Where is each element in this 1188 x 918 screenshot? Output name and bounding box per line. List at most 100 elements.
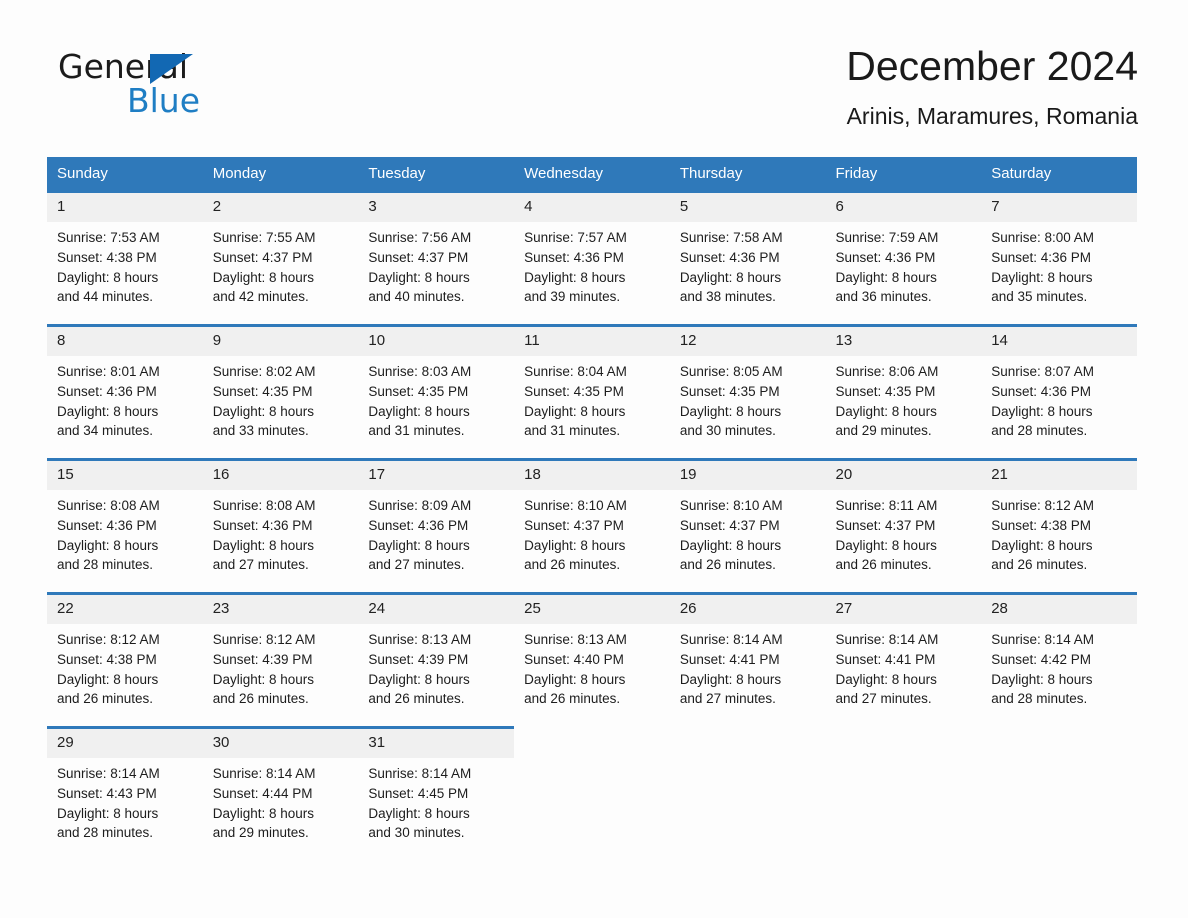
daylight-text-line2: and 40 minutes.: [368, 289, 465, 305]
daylight-text-line2: and 28 minutes.: [991, 423, 1088, 439]
daylight-text-line2: and 29 minutes.: [835, 423, 932, 439]
daylight-text-line2: and 26 minutes.: [524, 557, 621, 573]
sunrise-text: Sunrise: 8:02 AM: [212, 364, 316, 379]
calendar-day-cell[interactable]: 20 Sunrise: 8:11 AM Sunset: 4:37 PM Dayligh…: [825, 458, 982, 592]
calendar-day-cell[interactable]: 12 Sunrise: 8:05 AM Sunset: 4:35 PM Dayligh…: [669, 324, 826, 458]
calendar-day-cell[interactable]: 22 Sunrise: 8:12 AM Sunset: 4:38 PM Dayligh…: [47, 592, 203, 726]
general-blue-logo[interactable]: General Blue: [47, 48, 307, 134]
day-info: Sunrise: 8:14 AM Sunset: 4:41 PM Daylight:…: [670, 624, 826, 709]
sunset-text: Sunset: 4:37 PM: [679, 517, 780, 533]
calendar-day-cell[interactable]: 21 Sunrise: 8:12 AM Sunset: 4:38 PM Dayligh…: [981, 458, 1137, 592]
calendar-empty-cell: [669, 726, 826, 860]
daylight-text-line2: and 28 minutes.: [57, 825, 154, 841]
calendar-day-cell[interactable]: 13 Sunrise: 8:06 AM Sunset: 4:35 PM Dayligh…: [825, 324, 982, 458]
calendar-day-cell[interactable]: 17 Sunrise: 8:09 AM Sunset: 4:36 PM Dayligh…: [358, 458, 515, 592]
calendar-day-cell[interactable]: 23 Sunrise: 8:12 AM Sunset: 4:39 PM Dayligh…: [202, 592, 359, 726]
daylight-text-line2: and 36 minutes.: [835, 289, 932, 305]
calendar-day-cell[interactable]: 31 Sunrise: 8:14 AM Sunset: 4:45 PM Dayligh…: [358, 726, 515, 860]
calendar-day-cell[interactable]: 4 Sunrise: 7:57 AM Sunset: 4:36 PM Daylight…: [514, 190, 670, 324]
calendar-day-cell[interactable]: 2 Sunrise: 7:55 AM Sunset: 4:37 PM Daylight…: [202, 190, 359, 324]
sunrise-text: Sunrise: 8:07 AM: [991, 364, 1095, 379]
daylight-text-line2: and 27 minutes.: [679, 691, 776, 707]
calendar-day-cell[interactable]: 15 Sunrise: 8:08 AM Sunset: 4:36 PM Dayligh…: [47, 458, 203, 592]
day-info: Sunrise: 8:10 AM Sunset: 4:37 PM Daylight:…: [670, 490, 826, 575]
calendar-day-cell[interactable]: 14 Sunrise: 8:07 AM Sunset: 4:36 PM Dayligh…: [981, 324, 1137, 458]
calendar-day-cell[interactable]: 3 Sunrise: 7:56 AM Sunset: 4:37 PM Daylight…: [358, 190, 515, 324]
location-subtitle: Arinis, Maramures, Romania: [846, 103, 1138, 129]
day-number: 12: [669, 327, 826, 356]
weekday-header-wednesday: Wednesday: [514, 157, 670, 190]
calendar-day-cell[interactable]: 7 Sunrise: 8:00 AM Sunset: 4:36 PM Daylight…: [981, 190, 1137, 324]
sunset-text: Sunset: 4:45 PM: [368, 785, 469, 801]
calendar-day-cell[interactable]: 16 Sunrise: 8:08 AM Sunset: 4:36 PM Dayligh…: [202, 458, 359, 592]
day-number: 6: [825, 193, 982, 222]
calendar-day-cell[interactable]: 30 Sunrise: 8:14 AM Sunset: 4:44 PM Dayligh…: [202, 726, 359, 860]
sunset-text: Sunset: 4:38 PM: [57, 249, 157, 265]
calendar-day-cell[interactable]: 25 Sunrise: 8:13 AM Sunset: 4:40 PM Dayligh…: [514, 592, 670, 726]
calendar-day-cell[interactable]: 26 Sunrise: 8:14 AM Sunset: 4:41 PM Dayligh…: [669, 592, 826, 726]
daylight-text-line1: Daylight: 8 hours: [212, 671, 315, 687]
day-info: Sunrise: 8:13 AM Sunset: 4:40 PM Daylight:…: [514, 624, 670, 709]
sunrise-text: Sunrise: 8:05 AM: [679, 364, 783, 379]
day-info: Sunrise: 8:07 AM Sunset: 4:36 PM Daylight:…: [981, 356, 1137, 441]
day-info: Sunrise: 7:59 AM Sunset: 4:36 PM Daylight:…: [826, 222, 982, 307]
day-info: Sunrise: 7:56 AM Sunset: 4:37 PM Daylight:…: [358, 222, 514, 307]
daylight-text-line2: and 28 minutes.: [991, 691, 1088, 707]
daylight-text-line2: and 42 minutes.: [212, 289, 309, 305]
calendar-week-row: 8 Sunrise: 8:01 AM Sunset: 4:36 PM Daylight…: [47, 324, 1137, 458]
day-number: 28: [981, 595, 1137, 624]
daylight-text-line2: and 26 minutes.: [212, 691, 309, 707]
title-block: December 2024 Arinis, Maramures, Romania: [846, 40, 1138, 130]
calendar-day-cell[interactable]: 9 Sunrise: 8:02 AM Sunset: 4:35 PM Daylight…: [202, 324, 359, 458]
daylight-text-line2: and 28 minutes.: [57, 557, 154, 573]
daylight-text-line1: Daylight: 8 hours: [679, 269, 782, 285]
calendar-day-cell[interactable]: 5 Sunrise: 7:58 AM Sunset: 4:36 PM Daylight…: [669, 190, 826, 324]
calendar-day-cell[interactable]: 8 Sunrise: 8:01 AM Sunset: 4:36 PM Daylight…: [47, 324, 203, 458]
day-number: 13: [825, 327, 982, 356]
day-info: Sunrise: 8:14 AM Sunset: 4:44 PM Daylight:…: [203, 758, 359, 843]
sunset-text: Sunset: 4:38 PM: [991, 517, 1092, 533]
calendar-day-cell[interactable]: 29 Sunrise: 8:14 AM Sunset: 4:43 PM Dayligh…: [47, 726, 203, 860]
sunrise-text: Sunrise: 8:08 AM: [57, 498, 160, 513]
calendar-empty-cell: [825, 726, 982, 860]
day-info: Sunrise: 8:14 AM Sunset: 4:42 PM Daylight:…: [981, 624, 1137, 709]
sunset-text: Sunset: 4:36 PM: [212, 517, 313, 533]
calendar-day-cell[interactable]: 11 Sunrise: 8:04 AM Sunset: 4:35 PM Dayligh…: [514, 324, 670, 458]
day-info: Sunrise: 8:12 AM Sunset: 4:38 PM Daylight:…: [981, 490, 1137, 575]
day-number: [670, 729, 826, 758]
day-number: 9: [202, 327, 359, 356]
daylight-text-line2: and 29 minutes.: [212, 825, 309, 841]
sunrise-text: Sunrise: 8:13 AM: [524, 632, 627, 647]
calendar-day-cell[interactable]: 6 Sunrise: 7:59 AM Sunset: 4:36 PM Daylight…: [825, 190, 982, 324]
day-info: Sunrise: 7:58 AM Sunset: 4:36 PM Daylight:…: [670, 222, 826, 307]
day-number: [826, 729, 982, 758]
daylight-text-line1: Daylight: 8 hours: [368, 537, 470, 553]
sunrise-text: Sunrise: 8:00 AM: [991, 230, 1095, 245]
day-info: Sunrise: 8:14 AM Sunset: 4:41 PM Daylight:…: [826, 624, 982, 709]
sunrise-text: Sunrise: 7:59 AM: [835, 230, 939, 245]
weekday-header-tuesday: Tuesday: [358, 157, 515, 190]
day-number: 24: [358, 595, 515, 624]
sunrise-text: Sunrise: 8:09 AM: [368, 498, 472, 513]
daylight-text-line2: and 26 minutes.: [679, 557, 776, 573]
day-info: [670, 758, 826, 764]
day-number: 25: [514, 595, 670, 624]
calendar-empty-cell: [981, 726, 1137, 860]
calendar-day-cell[interactable]: 28 Sunrise: 8:14 AM Sunset: 4:42 PM Dayligh…: [981, 592, 1137, 726]
day-info: Sunrise: 8:12 AM Sunset: 4:38 PM Daylight:…: [47, 624, 203, 709]
daylight-text-line1: Daylight: 8 hours: [368, 805, 470, 821]
calendar-day-cell[interactable]: 18 Sunrise: 8:10 AM Sunset: 4:37 PM Dayligh…: [514, 458, 670, 592]
calendar-day-cell[interactable]: 19 Sunrise: 8:10 AM Sunset: 4:37 PM Dayligh…: [669, 458, 826, 592]
day-info: Sunrise: 8:03 AM Sunset: 4:35 PM Daylight:…: [358, 356, 514, 441]
daylight-text-line1: Daylight: 8 hours: [212, 537, 315, 553]
sunrise-text: Sunrise: 8:04 AM: [524, 364, 627, 379]
daylight-text-line1: Daylight: 8 hours: [57, 805, 159, 821]
calendar-day-cell[interactable]: 24 Sunrise: 8:13 AM Sunset: 4:39 PM Dayligh…: [358, 592, 515, 726]
sunrise-text: Sunrise: 8:14 AM: [991, 632, 1095, 647]
sunrise-text: Sunrise: 8:12 AM: [57, 632, 160, 647]
calendar-day-cell[interactable]: 27 Sunrise: 8:14 AM Sunset: 4:41 PM Dayligh…: [825, 592, 982, 726]
sunrise-text: Sunrise: 8:10 AM: [524, 498, 627, 513]
day-number: 31: [358, 729, 515, 758]
calendar-day-cell[interactable]: 1 Sunrise: 7:53 AM Sunset: 4:38 PM Daylight…: [47, 190, 203, 324]
calendar-day-cell[interactable]: 10 Sunrise: 8:03 AM Sunset: 4:35 PM Dayligh…: [358, 324, 515, 458]
